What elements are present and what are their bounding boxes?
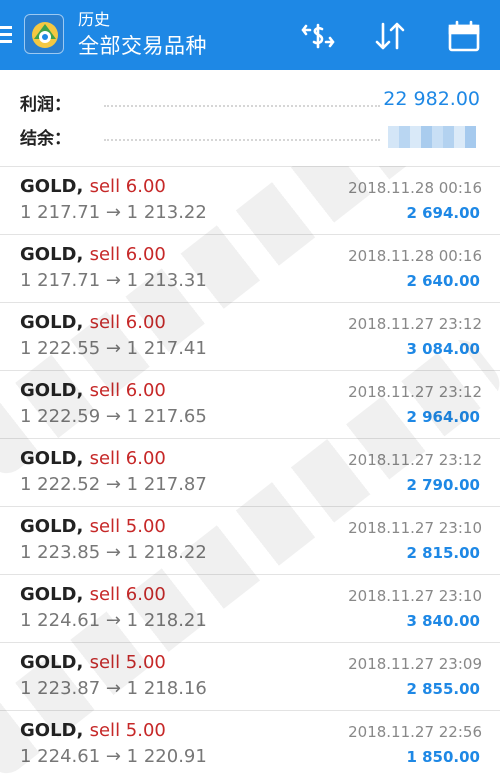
trade-row[interactable]: GOLD, sell 6.00 1 224.61 → 1 218.21 2018.1… xyxy=(0,574,500,642)
trade-side-volume: sell 6.00 xyxy=(89,176,166,197)
blurred-balance-value xyxy=(388,126,480,148)
trade-side-volume: sell 6.00 xyxy=(89,380,166,401)
trade-side-volume: sell 6.00 xyxy=(89,244,166,265)
trade-prices: 1 224.61 → 1 218.21 xyxy=(20,610,207,631)
trade-side-volume: sell 5.00 xyxy=(89,652,166,673)
calendar-icon[interactable] xyxy=(446,18,482,54)
trade-row[interactable]: GOLD, sell 6.00 1 222.59 → 1 217.65 2018.1… xyxy=(0,370,500,438)
trade-side-volume: sell 6.00 xyxy=(89,312,166,333)
trade-prices: 1 223.85 → 1 218.22 xyxy=(20,542,207,563)
trade-profit: 2 640.00 xyxy=(406,272,480,290)
balance-label: 结余： xyxy=(20,129,71,149)
trade-prices: 1 222.59 → 1 217.65 xyxy=(20,406,207,427)
trade-side-volume: sell 5.00 xyxy=(89,516,166,537)
trade-row[interactable]: GOLD, sell 6.00 1 217.71 → 1 213.31 2018.1… xyxy=(0,234,500,302)
symbol-name: GOLD, xyxy=(20,652,84,673)
trade-prices: 1 224.61 → 1 220.91 xyxy=(20,746,207,767)
app-logo-icon xyxy=(24,14,64,54)
trade-time: 2018.11.27 22:56 xyxy=(348,723,482,741)
account-summary: 利润： 22 982.00 结余： xyxy=(0,70,500,166)
trade-time: 2018.11.27 23:12 xyxy=(348,315,482,333)
trade-row[interactable]: GOLD, sell 5.00 1 223.85 → 1 218.22 2018.1… xyxy=(0,506,500,574)
profit-value: 22 982.00 xyxy=(383,88,480,110)
trade-symbol: GOLD, sell 6.00 xyxy=(20,244,166,265)
dotted-leader xyxy=(104,105,380,107)
trade-row[interactable]: GOLD, sell 6.00 1 222.52 → 1 217.87 2018.1… xyxy=(0,438,500,506)
trade-time: 2018.11.27 23:12 xyxy=(348,451,482,469)
header-title[interactable]: 全部交易品种 xyxy=(78,32,207,60)
currency-swap-icon[interactable] xyxy=(300,18,336,54)
trade-prices: 1 217.71 → 1 213.31 xyxy=(20,270,207,291)
symbol-name: GOLD, xyxy=(20,448,84,469)
profit-label: 利润： xyxy=(20,95,71,115)
trade-symbol: GOLD, sell 5.00 xyxy=(20,720,166,741)
trade-time: 2018.11.28 00:16 xyxy=(348,179,482,197)
trade-row[interactable]: GOLD, sell 5.00 1 224.61 → 1 220.91 2018.1… xyxy=(0,710,500,778)
trade-profit: 2 855.00 xyxy=(406,680,480,698)
trade-prices: 1 222.52 → 1 217.87 xyxy=(20,474,207,495)
trade-symbol: GOLD, sell 6.00 xyxy=(20,584,166,605)
trade-side-volume: sell 6.00 xyxy=(89,584,166,605)
trade-row[interactable]: GOLD, sell 6.00 1 217.71 → 1 213.22 2018.1… xyxy=(0,166,500,234)
trade-symbol: GOLD, sell 6.00 xyxy=(20,176,166,197)
symbol-name: GOLD, xyxy=(20,176,84,197)
trade-history-list: GOLD, sell 6.00 1 217.71 → 1 213.22 2018.1… xyxy=(0,166,500,778)
dotted-leader xyxy=(104,139,380,141)
header-titles: 历史 全部交易品种 xyxy=(78,10,207,60)
trade-time: 2018.11.27 23:09 xyxy=(348,655,482,673)
trade-time: 2018.11.27 23:10 xyxy=(348,519,482,537)
trade-time: 2018.11.27 23:10 xyxy=(348,587,482,605)
symbol-name: GOLD, xyxy=(20,720,84,741)
symbol-name: GOLD, xyxy=(20,516,84,537)
symbol-name: GOLD, xyxy=(20,584,84,605)
trade-profit: 2 815.00 xyxy=(406,544,480,562)
trade-row[interactable]: GOLD, sell 6.00 1 222.55 → 1 217.41 2018.1… xyxy=(0,302,500,370)
header-subtitle: 历史 xyxy=(78,10,111,29)
symbol-name: GOLD, xyxy=(20,244,84,265)
trade-prices: 1 222.55 → 1 217.41 xyxy=(20,338,207,359)
trade-profit: 2 694.00 xyxy=(406,204,480,222)
trade-symbol: GOLD, sell 5.00 xyxy=(20,652,166,673)
trade-symbol: GOLD, sell 5.00 xyxy=(20,516,166,537)
trade-row[interactable]: GOLD, sell 5.00 1 223.87 → 1 218.16 2018.1… xyxy=(0,642,500,710)
trade-prices: 1 217.71 → 1 213.22 xyxy=(20,202,207,223)
menu-icon[interactable] xyxy=(0,26,12,46)
trade-profit: 1 850.00 xyxy=(406,748,480,766)
trade-symbol: GOLD, sell 6.00 xyxy=(20,380,166,401)
trade-side-volume: sell 6.00 xyxy=(89,448,166,469)
trade-prices: 1 223.87 → 1 218.16 xyxy=(20,678,207,699)
trade-time: 2018.11.28 00:16 xyxy=(348,247,482,265)
trade-profit: 3 084.00 xyxy=(406,340,480,358)
trade-time: 2018.11.27 23:12 xyxy=(348,383,482,401)
symbol-name: GOLD, xyxy=(20,380,84,401)
trade-side-volume: sell 5.00 xyxy=(89,720,166,741)
trade-symbol: GOLD, sell 6.00 xyxy=(20,448,166,469)
top-app-bar: 历史 全部交易品种 xyxy=(0,0,500,70)
trade-symbol: GOLD, sell 6.00 xyxy=(20,312,166,333)
balance-row: 结余： xyxy=(20,122,480,152)
trade-profit: 3 840.00 xyxy=(406,612,480,630)
trade-profit: 2 964.00 xyxy=(406,408,480,426)
sort-icon[interactable] xyxy=(372,18,408,54)
symbol-name: GOLD, xyxy=(20,312,84,333)
trade-profit: 2 790.00 xyxy=(406,476,480,494)
profit-row: 利润： 22 982.00 xyxy=(20,88,480,118)
